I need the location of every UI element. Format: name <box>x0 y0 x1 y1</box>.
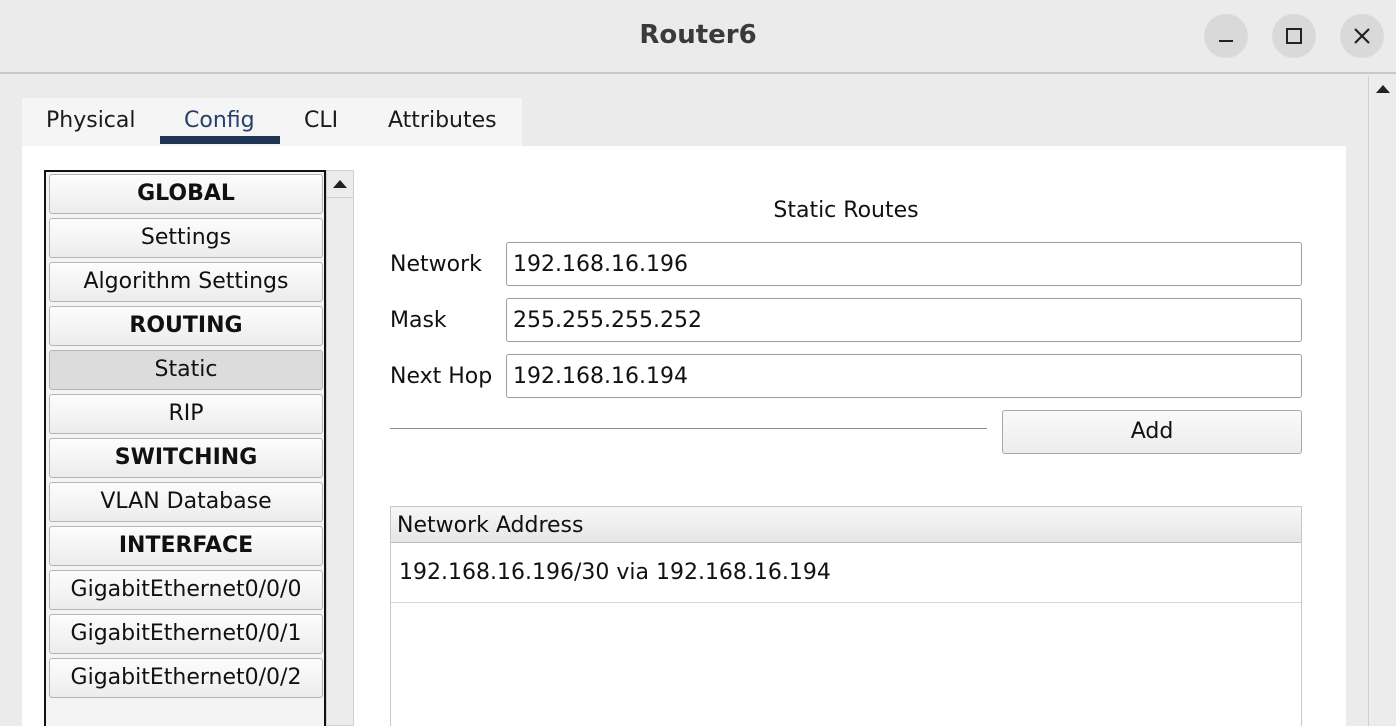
maximize-icon <box>1286 28 1302 44</box>
close-button[interactable] <box>1340 14 1384 58</box>
network-label: Network <box>390 252 482 277</box>
nav-item-static[interactable]: Static <box>49 350 323 390</box>
mask-label: Mask <box>390 308 447 333</box>
nav-item-vlan-database[interactable]: VLAN Database <box>49 482 323 522</box>
add-button[interactable]: Add <box>1002 410 1302 454</box>
chevron-up-icon <box>1376 85 1390 93</box>
nav-item-settings[interactable]: Settings <box>49 218 323 258</box>
tab-attributes[interactable]: Attributes <box>388 108 497 146</box>
nav-item-rip[interactable]: RIP <box>49 394 323 434</box>
nav-header-routing: ROUTING <box>49 306 323 346</box>
nav-item-gig0-0-0[interactable]: GigabitEthernet0/0/0 <box>49 570 323 610</box>
maximize-button[interactable] <box>1272 14 1316 58</box>
nav-header-switching: SWITCHING <box>49 438 323 478</box>
network-field[interactable] <box>506 242 1302 286</box>
divider <box>390 428 987 429</box>
nav-scroll-up-button[interactable] <box>327 171 353 198</box>
config-nav-list: GLOBAL Settings Algorithm Settings ROUTI… <box>44 170 326 726</box>
nav-scrollbar[interactable] <box>326 170 354 726</box>
nav-item-gig0-0-1[interactable]: GigabitEthernet0/0/1 <box>49 614 323 654</box>
active-tab-indicator <box>160 136 280 144</box>
next-hop-label: Next Hop <box>390 364 493 389</box>
nav-header-interface: INTERFACE <box>49 526 323 566</box>
tab-physical[interactable]: Physical <box>46 108 136 146</box>
tab-cli[interactable]: CLI <box>304 108 338 146</box>
next-hop-field[interactable] <box>506 354 1302 398</box>
mask-field[interactable] <box>506 298 1302 342</box>
chevron-up-icon <box>333 180 347 188</box>
nav-item-algorithm-settings[interactable]: Algorithm Settings <box>49 262 323 302</box>
title-bar: Router6 <box>0 0 1396 74</box>
routes-table: Network Address 192.168.16.196/30 via 19… <box>390 506 1302 726</box>
window-scrollbar[interactable] <box>1368 76 1396 726</box>
table-row[interactable]: 192.168.16.196/30 via 192.168.16.194 <box>391 544 1301 603</box>
scroll-up-button[interactable] <box>1369 76 1396 102</box>
minimize-icon <box>1219 40 1233 42</box>
section-title: Static Routes <box>773 198 919 223</box>
minimize-button[interactable] <box>1204 14 1248 58</box>
nav-item-gig0-0-2[interactable]: GigabitEthernet0/0/2 <box>49 658 323 698</box>
window-title: Router6 <box>639 20 757 50</box>
close-icon <box>1354 28 1370 44</box>
nav-header-global: GLOBAL <box>49 174 323 214</box>
table-header-network-address: Network Address <box>391 507 1301 543</box>
tab-bar: Physical Config CLI Attributes <box>22 98 522 146</box>
